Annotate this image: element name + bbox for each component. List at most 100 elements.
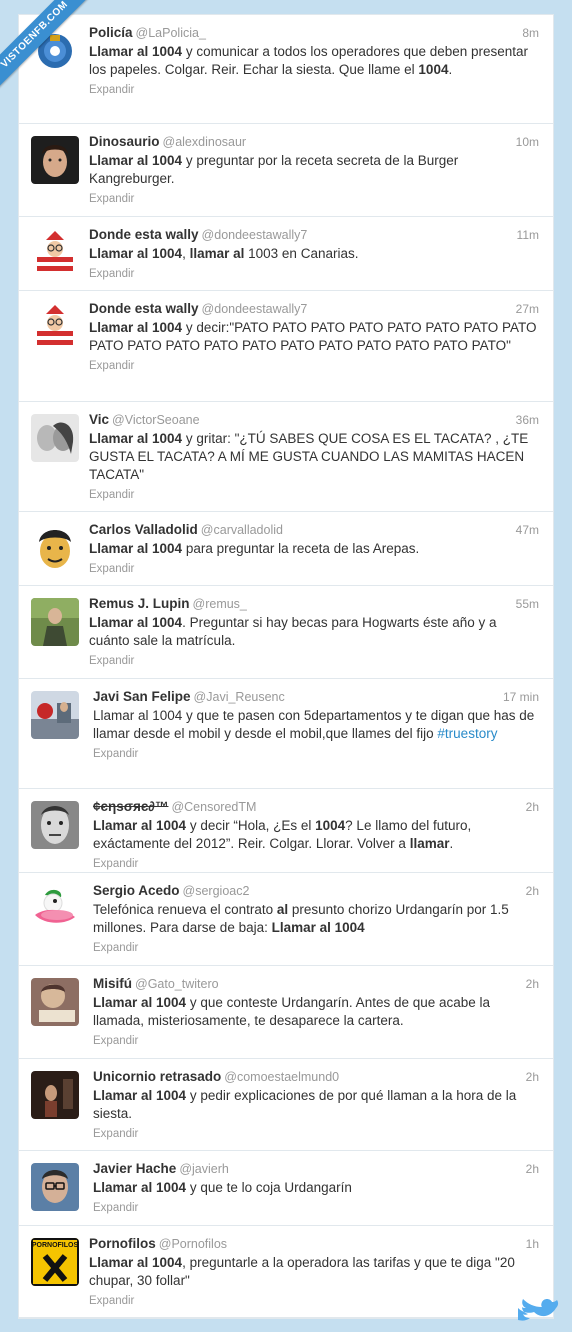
expand-link[interactable]: Expandir xyxy=(93,1202,539,1214)
tweet-text-segment: 1004 xyxy=(418,62,449,77)
tweet-timestamp[interactable]: 2h xyxy=(526,1161,539,1177)
avatar[interactable] xyxy=(31,229,79,277)
tweet-author-name[interactable]: ¢єηѕσяє∂™ xyxy=(93,799,168,814)
tweet-author-name[interactable]: Javier Hache xyxy=(93,1161,176,1176)
tweet-timestamp[interactable]: 8m xyxy=(522,25,539,41)
avatar[interactable] xyxy=(31,978,79,1026)
tweet-author-name[interactable]: Policía xyxy=(89,25,133,40)
expand-link[interactable]: Expandir xyxy=(89,360,539,372)
tweet-text: Llamar al 1004 y gritar: "¿TÚ SABES QUE … xyxy=(89,430,539,484)
tweet-text-segment: 1004 xyxy=(315,818,346,833)
tweet[interactable]: PORNOFILOS Pornofilos @Pornofilos 1h Llamar … xyxy=(19,1226,553,1318)
tweet[interactable]: Remus J. Lupin @remus_ 55m Llamar al 1004. … xyxy=(19,586,553,679)
tweet-handle[interactable]: @Pornofilos xyxy=(159,1237,227,1251)
tweet-text-segment: Llamar al 1004 xyxy=(271,920,365,935)
tweet-handle[interactable]: @Gato_twitero xyxy=(135,977,219,991)
tweet[interactable]: Javi San Felipe @Javi_Reusenc 17 min Llamar… xyxy=(19,679,553,789)
tweet[interactable]: Dinosaurio @alexdinosaur 10m Llamar al 1004… xyxy=(19,124,553,217)
tweet-handle[interactable]: @dondeestawally7 xyxy=(202,302,308,316)
tweet-text-segment: , xyxy=(182,246,190,261)
expand-link[interactable]: Expandir xyxy=(93,1128,539,1140)
twitter-bird-icon xyxy=(518,1299,559,1321)
tweet-timestamp[interactable]: 55m xyxy=(516,596,539,612)
tweet[interactable]: Donde esta wally @dondeestawally7 27m Llama… xyxy=(19,291,553,402)
tweet-author-name[interactable]: Dinosaurio xyxy=(89,134,160,149)
tweet-text-segment: Llamar al 1004 xyxy=(89,44,183,59)
tweet-handle[interactable]: @sergioac2 xyxy=(183,884,250,898)
avatar[interactable] xyxy=(31,801,79,849)
tweet-timestamp[interactable]: 2h xyxy=(526,976,539,992)
tweet[interactable]: Policía @LaPolicia_ 8m Llamar al 1004 y com… xyxy=(19,15,553,124)
tweet-author-name[interactable]: Remus J. Lupin xyxy=(89,596,190,611)
avatar[interactable] xyxy=(31,414,79,462)
tweet-timestamp[interactable]: 2h xyxy=(526,799,539,815)
tweet-author-name[interactable]: Sergio Acedo xyxy=(93,883,180,898)
tweet-text-segment: Llamar al 1004 xyxy=(93,1088,187,1103)
tweet-handle[interactable]: @comoestaelmund0 xyxy=(224,1070,339,1084)
tweet-text-segment: Llamar al 1004 xyxy=(89,320,183,335)
expand-link[interactable]: Expandir xyxy=(89,84,539,96)
tweet-timestamp[interactable]: 10m xyxy=(516,134,539,150)
tweet-handle[interactable]: @dondeestawally7 xyxy=(202,228,308,242)
tweet-handle[interactable]: @VictorSeoane xyxy=(112,413,200,427)
expand-link[interactable]: Expandir xyxy=(89,193,539,205)
avatar[interactable] xyxy=(31,136,79,184)
tweet[interactable]: Vic @VictorSeoane 36m Llamar al 1004 y grit… xyxy=(19,402,553,512)
tweet-timestamp[interactable]: 11m xyxy=(517,227,539,243)
avatar[interactable] xyxy=(31,598,79,646)
tweet-author-name[interactable]: Misifú xyxy=(93,976,132,991)
tweet-handle[interactable]: @Javi_Reusenc xyxy=(194,690,285,704)
expand-link[interactable]: Expandir xyxy=(89,655,539,667)
expand-link[interactable]: Expandir xyxy=(93,1035,539,1047)
tweet-author-name[interactable]: Donde esta wally xyxy=(89,301,199,316)
avatar[interactable] xyxy=(31,1163,79,1211)
tweet-text: Llamar al 1004, preguntarle a la operado… xyxy=(89,1254,539,1290)
expand-link[interactable]: Expandir xyxy=(89,1295,539,1307)
tweet-author-name[interactable]: Javi San Felipe xyxy=(93,689,191,704)
tweet-text-segment: Llamar al 1004 xyxy=(89,431,183,446)
avatar[interactable] xyxy=(31,1071,79,1119)
tweet-timestamp[interactable]: 27m xyxy=(516,301,539,317)
expand-link[interactable]: Expandir xyxy=(89,489,539,501)
avatar[interactable] xyxy=(31,691,79,739)
tweet[interactable]: Unicornio retrasado @comoestaelmund0 2h Lla… xyxy=(19,1059,553,1151)
avatar[interactable] xyxy=(31,303,79,351)
hashtag-link[interactable]: #truestory xyxy=(437,726,497,741)
avatar[interactable] xyxy=(31,885,79,933)
tweet[interactable]: Javier Hache @javierh 2h Llamar al 1004 y q… xyxy=(19,1151,553,1226)
expand-link[interactable]: Expandir xyxy=(89,563,539,575)
tweet-author-name[interactable]: Vic xyxy=(89,412,109,427)
tweet-timestamp[interactable]: 1h xyxy=(526,1236,539,1252)
tweet[interactable]: Misifú @Gato_twitero 2h Llamar al 1004 y qu… xyxy=(19,966,553,1059)
tweet-text-segment: Llamar al 1004 xyxy=(93,1180,187,1195)
avatar[interactable]: PORNOFILOS xyxy=(31,1238,79,1286)
tweet[interactable]: ¢єηѕσяє∂™ @CensoredTM 2h Llamar al 1004 y d… xyxy=(19,789,553,873)
tweet-handle[interactable]: @LaPolicia_ xyxy=(136,26,206,40)
tweet-text: Llamar al 1004 y comunicar a todos los o… xyxy=(89,43,539,79)
avatar[interactable] xyxy=(31,524,79,572)
tweet-author-name[interactable]: Donde esta wally xyxy=(89,227,199,242)
tweet-handle[interactable]: @remus_ xyxy=(193,597,247,611)
tweet-text: Llamar al 1004 y preguntar por la receta… xyxy=(89,152,539,188)
tweet-text-segment: y que te lo coja Urdangarín xyxy=(186,1180,352,1195)
tweet[interactable]: Carlos Valladolid @carvalladolid 47m Llamar… xyxy=(19,512,553,586)
expand-link[interactable]: Expandir xyxy=(93,748,539,760)
tweet-author-name[interactable]: Pornofilos xyxy=(89,1236,156,1251)
tweet-author-name[interactable]: Carlos Valladolid xyxy=(89,522,198,537)
tweet[interactable]: Sergio Acedo @sergioac2 2h Telefónica renue… xyxy=(19,873,553,966)
tweet-text-segment: llamar al xyxy=(189,246,245,261)
tweet-timestamp[interactable]: 36m xyxy=(516,412,539,428)
tweet-author-name[interactable]: Unicornio retrasado xyxy=(93,1069,221,1084)
expand-link[interactable]: Expandir xyxy=(89,268,539,280)
tweet[interactable]: Donde esta wally @dondeestawally7 11m Llama… xyxy=(19,217,553,291)
tweet-handle[interactable]: @alexdinosaur xyxy=(163,135,247,149)
tweet-timestamp[interactable]: 2h xyxy=(526,1069,539,1085)
tweet-handle[interactable]: @CensoredTM xyxy=(171,800,256,814)
tweet-handle[interactable]: @carvalladolid xyxy=(201,523,283,537)
tweet-timestamp[interactable]: 2h xyxy=(526,883,539,899)
expand-link[interactable]: Expandir xyxy=(93,942,539,954)
expand-link[interactable]: Expandir xyxy=(93,858,539,870)
tweet-timestamp[interactable]: 17 min xyxy=(503,689,539,705)
tweet-timestamp[interactable]: 47m xyxy=(516,522,539,538)
tweet-handle[interactable]: @javierh xyxy=(179,1162,229,1176)
